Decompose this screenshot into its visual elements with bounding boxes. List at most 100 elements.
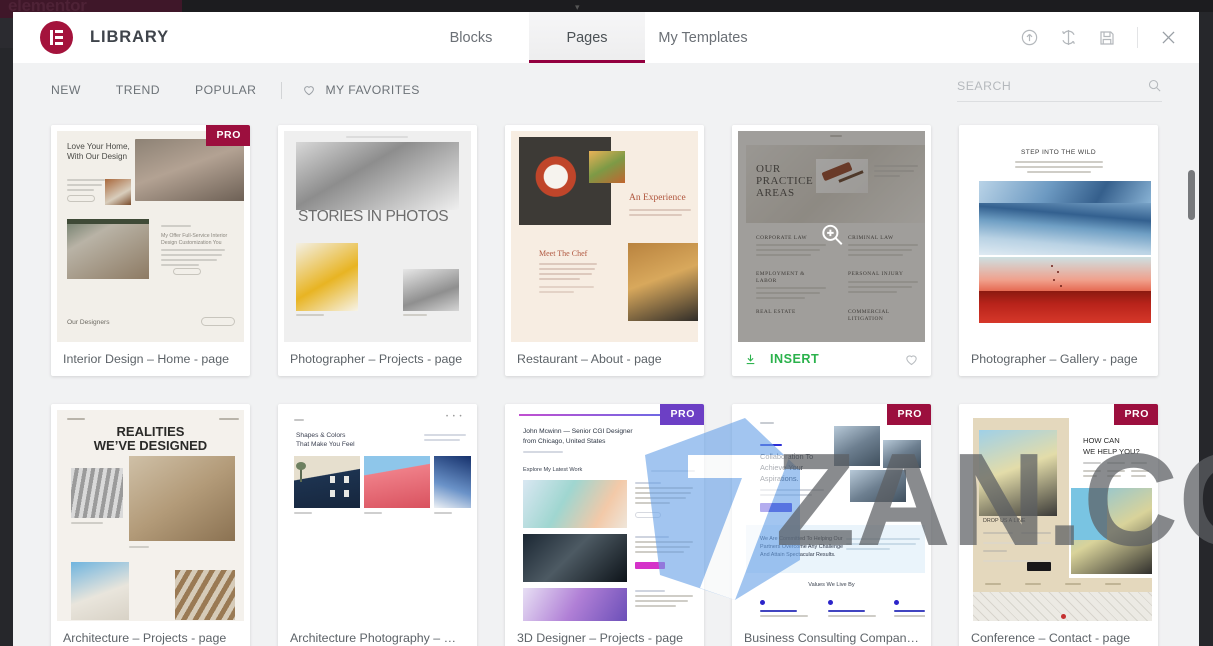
template-thumbnail: HOW CAN WE HELP YOU? DROP US A LINE xyxy=(965,410,1152,621)
template-title: Interior Design – Home - page xyxy=(63,352,229,366)
save-icon[interactable] xyxy=(1094,25,1120,51)
search-icon[interactable] xyxy=(1147,78,1162,93)
header-divider xyxy=(1137,27,1138,48)
template-card[interactable]: An Experience Meet The Chef Restaurant –… xyxy=(505,125,704,376)
header-actions xyxy=(1016,12,1181,63)
artwork-footer: Our Designers xyxy=(67,319,110,326)
pro-badge: PRO xyxy=(1114,404,1158,425)
template-title: 3D Designer – Projects - page xyxy=(517,631,683,645)
template-grid-scroll[interactable]: PRO Love Your Home, With Our Design My O… xyxy=(13,117,1199,646)
artwork-heading: REALITIES xyxy=(116,424,185,439)
artwork-heading: WE HELP YOU? xyxy=(1083,447,1140,456)
filter-bar: NEW TREND POPULAR MY FAVORITES xyxy=(13,63,1199,117)
artwork-heading: Explore My Latest Work xyxy=(523,467,583,473)
artwork-heading: An Experience xyxy=(629,193,686,203)
artwork-heading: STORIES IN PHOTOS xyxy=(298,208,449,225)
template-card-footer: Restaurant – About - page xyxy=(505,342,704,376)
artwork-item: PERSONAL INJURY xyxy=(848,271,904,277)
brand: LIBRARY xyxy=(13,21,413,54)
search-input[interactable] xyxy=(957,78,1147,93)
template-card-footer: Architecture – Projects - page xyxy=(51,621,250,646)
artwork-heading: John Mcwinn — Senior CGI Designer xyxy=(523,428,633,435)
filter-trend[interactable]: TREND xyxy=(116,83,160,97)
pro-badge: PRO xyxy=(206,125,250,146)
template-card-footer: Photographer – Gallery - page xyxy=(959,342,1158,376)
artwork-heading: Meet The Chef xyxy=(539,249,588,258)
artwork-subtext: We Are Committed To Helping Our xyxy=(760,536,843,542)
template-grid: PRO Love Your Home, With Our Design My O… xyxy=(51,125,1161,646)
artwork-heading: That Make You Feel xyxy=(296,441,355,448)
elementor-logo-icon xyxy=(40,21,73,54)
artwork-menu-icon: • • • xyxy=(446,414,464,420)
template-thumbnail: • • • Shapes & Colors That Make You Feel xyxy=(284,410,471,621)
template-card-footer: Business Consulting Company – A… xyxy=(732,621,931,646)
close-icon[interactable] xyxy=(1155,25,1181,51)
template-thumbnail: An Experience Meet The Chef xyxy=(511,131,698,342)
template-card[interactable]: PRO Collaboration To Achieve Your Aspira… xyxy=(732,404,931,646)
template-thumbnail: John Mcwinn — Senior CGI Designer from C… xyxy=(511,410,698,621)
artwork-heading: Achieve Your xyxy=(760,463,804,472)
filter-my-favorites-label: MY FAVORITES xyxy=(325,83,420,97)
artwork-heading: PRACTICE xyxy=(756,175,814,187)
template-title: Photographer – Projects - page xyxy=(290,352,463,366)
library-tabs: Blocks Pages My Templates xyxy=(413,12,761,63)
editor-sidebar-stub xyxy=(0,18,13,48)
template-card-footer: Photographer – Projects - page xyxy=(278,342,477,376)
upload-icon[interactable] xyxy=(1016,25,1042,51)
template-card[interactable]: PRO HOW CAN WE HELP YOU? DROP US A LINE … xyxy=(959,404,1158,646)
artwork-heading: WE’VE DESIGNED xyxy=(93,438,208,453)
template-card-footer: Architecture Photography – Galler… xyxy=(278,621,477,646)
template-card-hovered[interactable]: OUR PRACTICE AREAS CORPORATE LAW CRIMINA… xyxy=(732,125,931,376)
library-modal: LIBRARY Blocks Pages My Templates NEW TR… xyxy=(13,12,1199,646)
artwork-heading: OUR xyxy=(756,163,781,175)
template-title: Architecture – Projects - page xyxy=(63,631,227,645)
artwork-item: COMMERCIAL LITIGATION xyxy=(848,309,890,322)
filter-popular[interactable]: POPULAR xyxy=(195,83,256,97)
template-title: Restaurant – About - page xyxy=(517,352,662,366)
template-card[interactable]: PRO John Mcwinn — Senior CGI Designer fr… xyxy=(505,404,704,646)
artwork-heading: Love Your Home, xyxy=(67,142,130,151)
template-card-footer: INSERT xyxy=(732,342,931,376)
pro-badge: PRO xyxy=(887,404,931,425)
template-card[interactable]: REALITIES WE’VE DESIGNED Architecture – … xyxy=(51,404,250,646)
scrollbar-thumb[interactable] xyxy=(1188,170,1195,220)
page-title: LIBRARY xyxy=(90,28,170,46)
template-title: Business Consulting Company – A… xyxy=(744,631,919,645)
sync-icon[interactable] xyxy=(1055,25,1081,51)
template-thumbnail: REALITIES WE’VE DESIGNED xyxy=(57,410,244,621)
artwork-heading: AREAS xyxy=(756,187,795,199)
template-title: Conference – Contact - page xyxy=(971,631,1131,645)
template-card[interactable]: • • • Shapes & Colors That Make You Feel xyxy=(278,404,477,646)
artwork-subtext: Partners Overcome Any Challenge xyxy=(760,544,843,550)
template-card[interactable]: STORIES IN PHOTOS Photographer – Project… xyxy=(278,125,477,376)
template-card-footer: Interior Design – Home - page xyxy=(51,342,250,376)
artwork-item: EMPLOYMENT & LABOR xyxy=(756,271,805,284)
artwork-heading: Shapes & Colors xyxy=(296,432,346,439)
template-title: Architecture Photography – Galler… xyxy=(290,631,465,645)
template-card-footer: Conference – Contact - page xyxy=(959,621,1158,646)
filter-my-favorites[interactable]: MY FAVORITES xyxy=(302,83,419,97)
tab-my-templates[interactable]: My Templates xyxy=(645,12,761,63)
template-card[interactable]: PRO Love Your Home, With Our Design My O… xyxy=(51,125,250,376)
template-card-footer: 3D Designer – Projects - page xyxy=(505,621,704,646)
artwork-item: REAL ESTATE xyxy=(756,309,796,315)
artwork-footer: Values We Live By xyxy=(808,582,855,588)
artwork-subtext: My Offer Full-Service Interior Design Cus… xyxy=(161,233,228,246)
filter-divider xyxy=(281,81,283,99)
tab-blocks[interactable]: Blocks xyxy=(413,12,529,63)
artwork-item: CORPORATE LAW xyxy=(756,235,808,241)
editor-top-strip xyxy=(182,0,1213,12)
search-box xyxy=(957,78,1162,102)
template-card[interactable]: STEP INTO THE WILD Photographer – Galler… xyxy=(959,125,1158,376)
filter-new[interactable]: NEW xyxy=(51,83,81,97)
template-thumbnail: Collaboration To Achieve Your Aspiration… xyxy=(738,410,925,621)
artwork-heading: STEP INTO THE WILD xyxy=(1021,149,1096,156)
tab-pages[interactable]: Pages xyxy=(529,12,645,63)
insert-button[interactable]: INSERT xyxy=(770,352,819,366)
zoom-in-icon[interactable] xyxy=(819,221,845,252)
download-icon[interactable] xyxy=(744,353,757,366)
favorite-heart-icon[interactable] xyxy=(904,352,919,367)
artwork-subtext: And Attain Spectacular Results. xyxy=(760,552,836,558)
template-title: Photographer – Gallery - page xyxy=(971,352,1138,366)
scrollbar-track[interactable] xyxy=(1188,160,1195,646)
